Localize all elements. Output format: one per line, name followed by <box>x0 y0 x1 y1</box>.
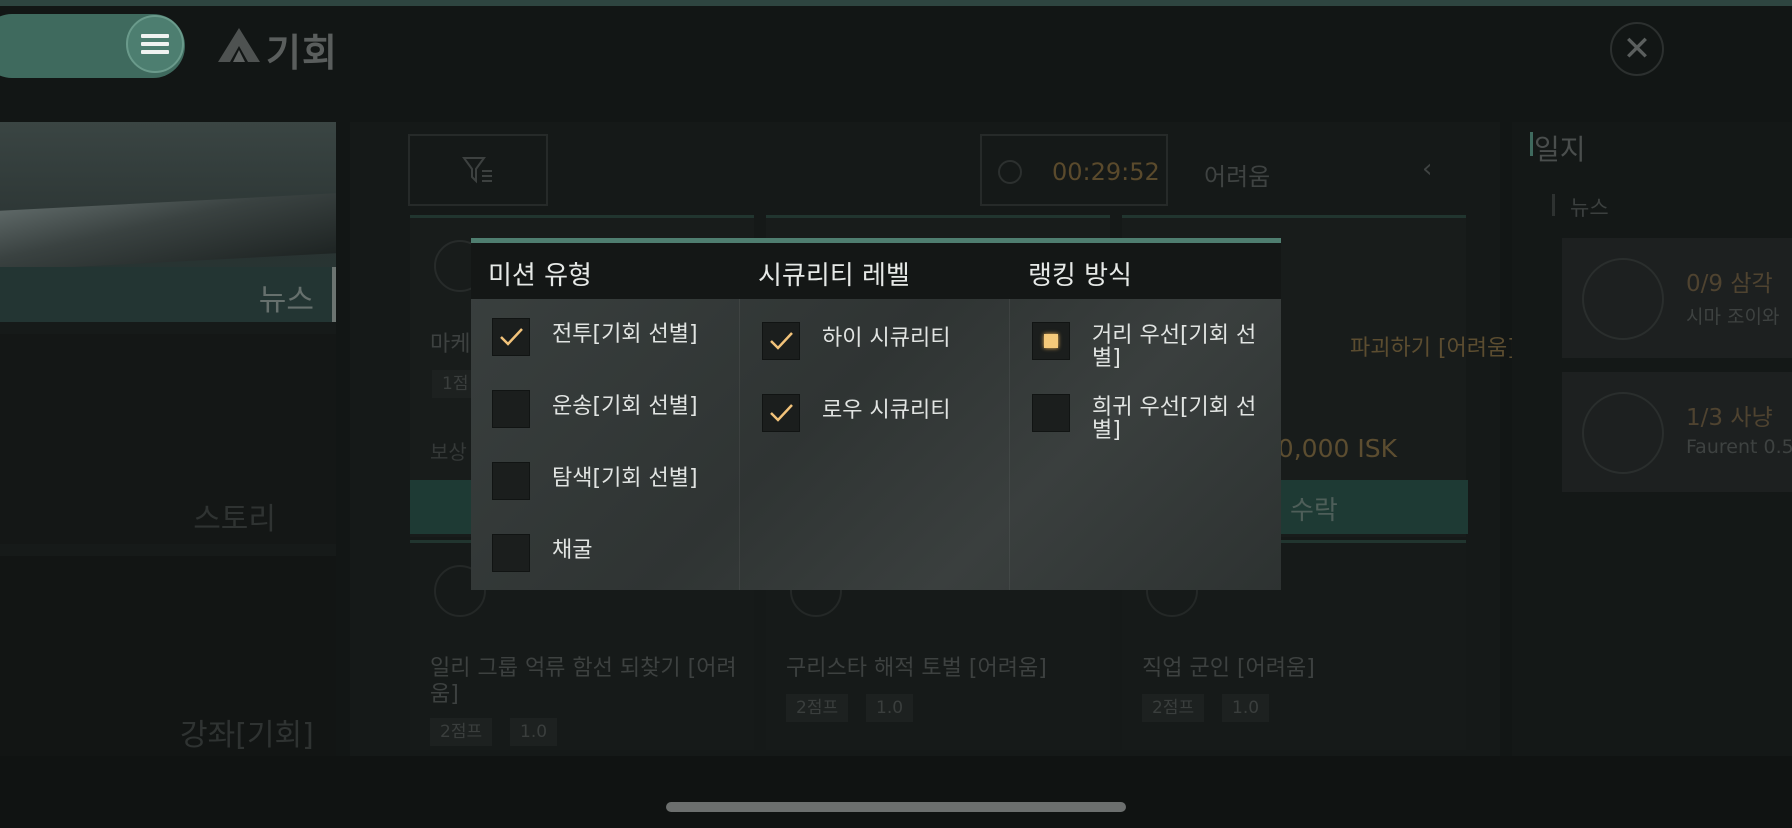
journal-item-title: 0/9 삼각 <box>1686 271 1773 297</box>
jump-tag: 2점프 <box>786 694 849 722</box>
jump-tag: 2점프 <box>430 718 493 746</box>
check-icon <box>770 404 793 422</box>
refresh-icon <box>998 160 1022 184</box>
reward-label: 보상 <box>430 440 467 464</box>
accept-label: 수락 <box>1290 496 1338 526</box>
checkbox[interactable] <box>492 318 530 356</box>
category-panel: 뉴스 <box>0 122 336 756</box>
radio-selected-dot <box>1044 334 1058 348</box>
category-story[interactable] <box>0 334 336 544</box>
filter-button[interactable] <box>408 134 548 206</box>
difficulty-value: 어려움 <box>1204 163 1271 191</box>
checkbox[interactable] <box>762 394 800 432</box>
option-label: 전투[기회 선별] <box>552 322 698 347</box>
level-tag: 1.0 <box>866 694 914 722</box>
filter-icon <box>462 157 492 184</box>
tab-accent <box>1552 194 1555 216</box>
home-indicator[interactable] <box>666 802 1126 812</box>
hamburger-icon <box>141 30 169 58</box>
level-tag: 1.0 <box>510 718 558 746</box>
category-label: 뉴스 <box>258 283 314 318</box>
option-combat[interactable]: 전투[기회 선별] <box>492 318 698 356</box>
level-tag: 1.0 <box>1222 694 1270 722</box>
security-level-header: 시큐리티 레벨 <box>758 261 910 291</box>
selection-indicator <box>332 267 336 322</box>
option-rarity-priority[interactable]: 희귀 우선[기회 선별] <box>1032 394 1262 442</box>
filter-dropdown: 미션 유형 시큐리티 레벨 랭킹 방식 전투[기회 선별] 운송[기회 선별] … <box>471 238 1281 590</box>
option-label: 로우 시큐리티 <box>822 398 951 423</box>
ranking-method-header: 랭킹 방식 <box>1028 261 1132 291</box>
option-explore[interactable]: 탐색[기회 선별] <box>492 462 698 500</box>
close-button[interactable]: ✕ <box>1610 22 1664 76</box>
journal-item-subtitle: 시마 조이와 <box>1686 306 1780 328</box>
option-distance-priority[interactable]: 거리 우선[기회 선별] <box>1032 322 1262 370</box>
option-label: 희귀 우선[기회 선별] <box>1092 395 1257 443</box>
option-label: 거리 우선[기회 선별] <box>1092 323 1257 371</box>
option-mining[interactable]: 채굴 <box>492 534 592 572</box>
close-icon: ✕ <box>1622 29 1652 69</box>
category-news[interactable]: 뉴스 <box>0 122 336 322</box>
option-label: 탐색[기회 선별] <box>552 466 698 491</box>
tab-news[interactable]: 뉴스 <box>1570 192 1609 222</box>
option-label: 운송[기회 선별] <box>552 394 698 419</box>
radio-button[interactable] <box>1032 322 1070 360</box>
mission-title: 일리 그룹 억류 함선 되찾기 [어려움] <box>430 656 737 707</box>
mission-icon <box>1582 392 1664 474</box>
checkbox[interactable] <box>762 322 800 360</box>
journal-item[interactable]: 1/3 사냥 Faurent 0.5 <box>1562 372 1792 492</box>
category-label: 스토리 <box>193 502 276 537</box>
mission-type-header: 미션 유형 <box>488 261 592 291</box>
check-icon <box>500 328 523 346</box>
page-title: 기회 <box>266 31 338 75</box>
option-low-security[interactable]: 로우 시큐리티 <box>762 394 950 432</box>
journal-item[interactable]: 0/9 삼각 시마 조이와 <box>1562 238 1792 358</box>
option-label: 채굴 <box>552 538 593 563</box>
option-transport[interactable]: 운송[기회 선별] <box>492 390 698 428</box>
journal-item-title: 1/3 사냥 <box>1686 405 1773 431</box>
checkbox[interactable] <box>492 462 530 500</box>
bottom-bar <box>0 756 1792 828</box>
column-divider <box>739 299 740 590</box>
chevron-left-icon[interactable]: ‹ <box>1422 154 1432 184</box>
mission-title: 파괴하기 [어려움] <box>1350 336 1516 361</box>
jump-tag: 2점프 <box>1142 694 1205 722</box>
option-label: 하이 시큐리티 <box>822 326 951 351</box>
option-high-security[interactable]: 하이 시큐리티 <box>762 322 950 360</box>
opportunity-logo-icon <box>218 28 260 62</box>
journal-item-subtitle: Faurent 0.5 <box>1686 436 1792 458</box>
mission-icon <box>1582 258 1664 340</box>
radio-button[interactable] <box>1032 394 1070 432</box>
mission-title: 마케 <box>430 332 471 357</box>
mission-title: 구리스타 해적 토벌 [어려움] <box>786 656 1047 681</box>
column-divider <box>1009 299 1010 590</box>
checkbox[interactable] <box>492 390 530 428</box>
journal-accent <box>1530 132 1533 156</box>
checkbox[interactable] <box>492 534 530 572</box>
menu-button[interactable] <box>126 15 184 73</box>
top-accent-line <box>0 0 1792 6</box>
category-label: 강좌[기회] <box>180 718 314 753</box>
mission-title: 직업 군인 [어려움] <box>1142 656 1315 681</box>
refresh-timer: 00:29:52 <box>1052 158 1160 186</box>
check-icon <box>770 332 793 350</box>
ship-image <box>0 193 336 271</box>
journal-title: 일지 <box>1534 133 1586 166</box>
